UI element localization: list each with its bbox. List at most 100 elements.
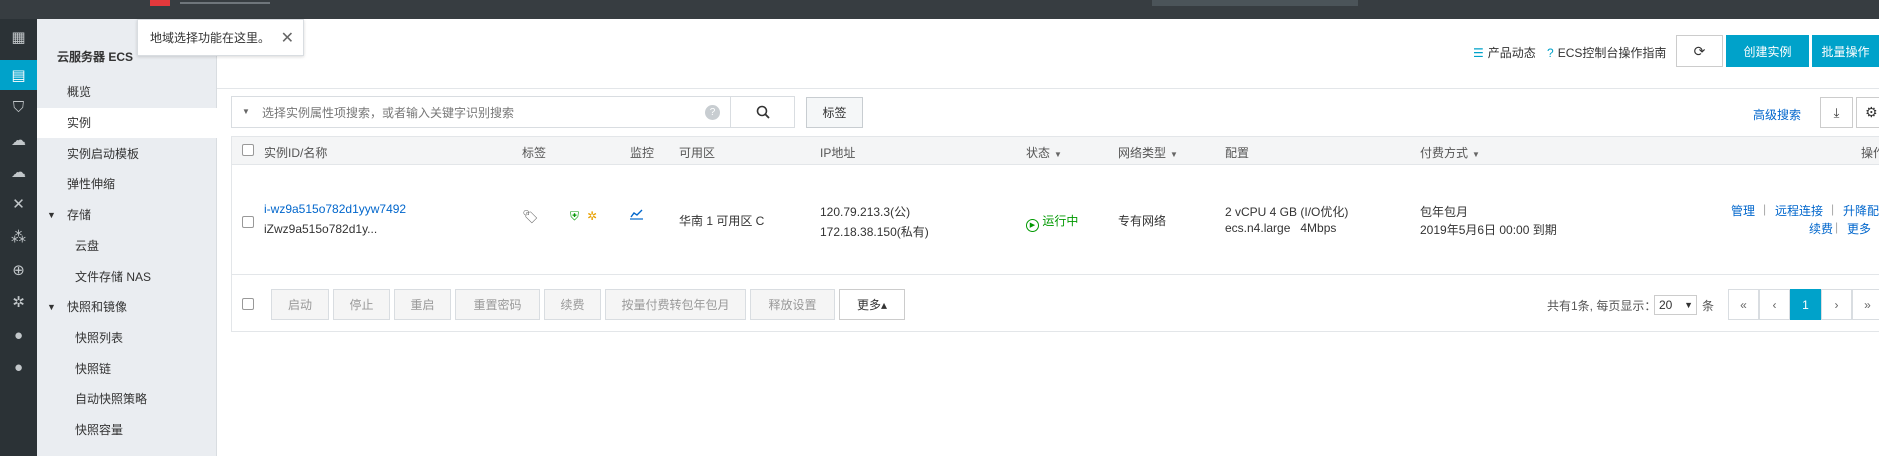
page-size-select[interactable]: 20 ▼: [1654, 295, 1697, 315]
instance-table: 实例ID/名称 标签 监控 可用区 IP地址 状态 ▼ 网络类型 ▼ 配置 付费方式…: [231, 136, 1879, 332]
export-icon: ⤓: [1833, 104, 1840, 120]
dropdown-arrow-icon[interactable]: ▼: [242, 107, 250, 116]
select-all-checkbox[interactable]: [242, 144, 254, 156]
next-page-button[interactable]: ›: [1821, 289, 1852, 320]
sidebar-item-autoscaling[interactable]: 弹性伸缩: [37, 169, 217, 199]
col-network-label: 网络类型: [1118, 146, 1167, 160]
products-grid-icon[interactable]: ▦: [0, 22, 37, 52]
instance-search-box[interactable]: ▼ ?: [231, 96, 731, 128]
sidebar-group-storage[interactable]: ▼ 存储: [37, 200, 217, 230]
search-button[interactable]: [731, 96, 795, 128]
status-text: 运行中: [1042, 214, 1079, 228]
upgrade-link[interactable]: 升降配: [1843, 202, 1879, 219]
settings-button[interactable]: ⚙: [1856, 97, 1879, 128]
help-circle-icon: ?: [1547, 45, 1554, 60]
sidebar-item-snapshot-list[interactable]: 快照列表: [37, 323, 217, 353]
tag-filter-button[interactable]: 标签: [806, 97, 863, 128]
search-input[interactable]: [262, 103, 662, 123]
col-network[interactable]: 网络类型 ▼: [1118, 144, 1178, 161]
dot-icon[interactable]: ●: [0, 320, 37, 350]
gear-status-icon[interactable]: ✲: [587, 209, 597, 223]
separator: |: [1831, 202, 1835, 216]
last-page-button[interactable]: »: [1852, 289, 1879, 320]
manage-link[interactable]: 管理: [1731, 202, 1755, 219]
sidebar-title: 云服务器 ECS: [57, 50, 134, 64]
sort-caret-icon: ▼: [1054, 150, 1062, 159]
footer-select-all-checkbox[interactable]: [242, 298, 254, 310]
cloud-icon[interactable]: ☁: [0, 125, 37, 155]
refresh-button[interactable]: ⟳: [1676, 35, 1723, 67]
region-selector[interactable]: [180, 0, 270, 4]
row-checkbox[interactable]: [242, 216, 254, 228]
global-search-input[interactable]: [1152, 0, 1358, 6]
close-icon[interactable]: ✕: [281, 28, 294, 48]
guide-link[interactable]: ? ECS控制台操作指南: [1547, 44, 1666, 61]
export-button[interactable]: ⤓: [1820, 97, 1853, 128]
col-zone: 可用区: [679, 146, 716, 160]
remote-connect-link[interactable]: 远程连接: [1775, 202, 1823, 219]
sidebar-item-launch-templates[interactable]: 实例启动模板: [37, 139, 217, 169]
caret-down-icon: ▼: [47, 302, 56, 312]
reset-password-button[interactable]: 重置密码: [455, 289, 540, 320]
renew-link[interactable]: 续费: [1809, 220, 1833, 237]
stop-button[interactable]: 停止: [333, 289, 390, 320]
brand-logo[interactable]: [150, 0, 170, 6]
col-monitor: 监控: [630, 146, 655, 160]
help-icon[interactable]: ?: [705, 105, 720, 120]
first-page-button[interactable]: «: [1728, 289, 1759, 320]
config-type: ecs.n4.large 4Mbps: [1225, 221, 1337, 235]
more-button[interactable]: 更多▴: [839, 289, 905, 320]
monitor-chart-icon[interactable]: [630, 209, 643, 223]
network-icon[interactable]: ✕: [0, 189, 37, 219]
sidebar-item-snapshot-capacity[interactable]: 快照容量: [37, 415, 217, 445]
sidebar-item-instances[interactable]: 实例: [37, 108, 217, 138]
config-spec: 2 vCPU 4 GB (I/O优化): [1225, 205, 1349, 219]
col-actions: 操作: [1861, 146, 1879, 160]
sidebar-item-disks[interactable]: 云盘: [37, 231, 217, 261]
pagination-total: 共有1条, 每页显示：: [1547, 299, 1657, 313]
instance-id-link[interactable]: i-wz9a515o782d1yyw7492: [264, 202, 406, 216]
globe-icon[interactable]: ⊕: [0, 255, 37, 285]
product-rail: ▦ ▤ ⛉ ☁ ☁ ✕ ⁂ ⊕ ✲ ● ●: [0, 19, 37, 456]
col-ip: IP地址: [820, 146, 856, 160]
tooltip-text: 地域选择功能在这里。: [150, 31, 271, 45]
page-1-button[interactable]: 1: [1790, 289, 1821, 320]
start-button[interactable]: 启动: [271, 289, 329, 320]
network-type: 专有网络: [1118, 214, 1167, 228]
refresh-icon: ⟳: [1693, 42, 1706, 59]
more-actions-link[interactable]: 更多: [1847, 220, 1871, 237]
col-status[interactable]: 状态 ▼: [1026, 144, 1062, 161]
col-tags: 标签: [522, 146, 547, 160]
ip-private: 172.18.38.150(私有): [820, 225, 929, 239]
security-shield-icon[interactable]: ⛨: [570, 209, 579, 224]
col-config: 配置: [1225, 146, 1250, 160]
billing-expiry: 2019年5月6日 00:00 到期: [1420, 223, 1557, 237]
security-shield-icon[interactable]: ⛉: [0, 92, 37, 122]
advanced-search-link[interactable]: 高级搜索: [1753, 106, 1801, 123]
list-icon: ☰: [1473, 45, 1484, 60]
sidebar-item-snapshot-chain[interactable]: 快照链: [37, 354, 217, 384]
renew-button[interactable]: 续费: [544, 289, 601, 320]
col-billing[interactable]: 付费方式 ▼: [1420, 144, 1480, 161]
billing-type: 包年包月: [1420, 205, 1469, 219]
release-settings-button[interactable]: 释放设置: [750, 289, 835, 320]
settings-gear-icon[interactable]: ✲: [0, 287, 37, 317]
convert-billing-button[interactable]: 按量付费转包年包月: [605, 289, 746, 320]
create-instance-button[interactable]: 创建实例: [1726, 35, 1809, 67]
batch-ops-button[interactable]: 批量操作: [1812, 35, 1879, 67]
tag-icon[interactable]: 🏷: [522, 209, 539, 225]
col-id-name: 实例ID/名称: [264, 146, 328, 160]
play-circle-icon: ▶: [1026, 219, 1039, 232]
sidebar-item-nas[interactable]: 文件存储 NAS: [37, 262, 217, 292]
restart-button[interactable]: 重启: [394, 289, 451, 320]
sidebar-group-snapshots[interactable]: ▼ 快照和镜像: [37, 292, 217, 322]
product-news-link[interactable]: ☰ 产品动态: [1473, 44, 1536, 61]
sidebar-group-label: 存储: [67, 208, 92, 222]
cloud-upload-icon[interactable]: ☁: [0, 157, 37, 187]
prev-page-button[interactable]: ‹: [1759, 289, 1790, 320]
sidebar-item-overview[interactable]: 概览: [37, 77, 217, 107]
dot-icon-2[interactable]: ●: [0, 352, 37, 382]
cluster-icon[interactable]: ⁂: [0, 222, 37, 252]
ecs-server-icon[interactable]: ▤: [0, 60, 37, 90]
sidebar-item-auto-snapshot[interactable]: 自动快照策略: [37, 384, 217, 414]
